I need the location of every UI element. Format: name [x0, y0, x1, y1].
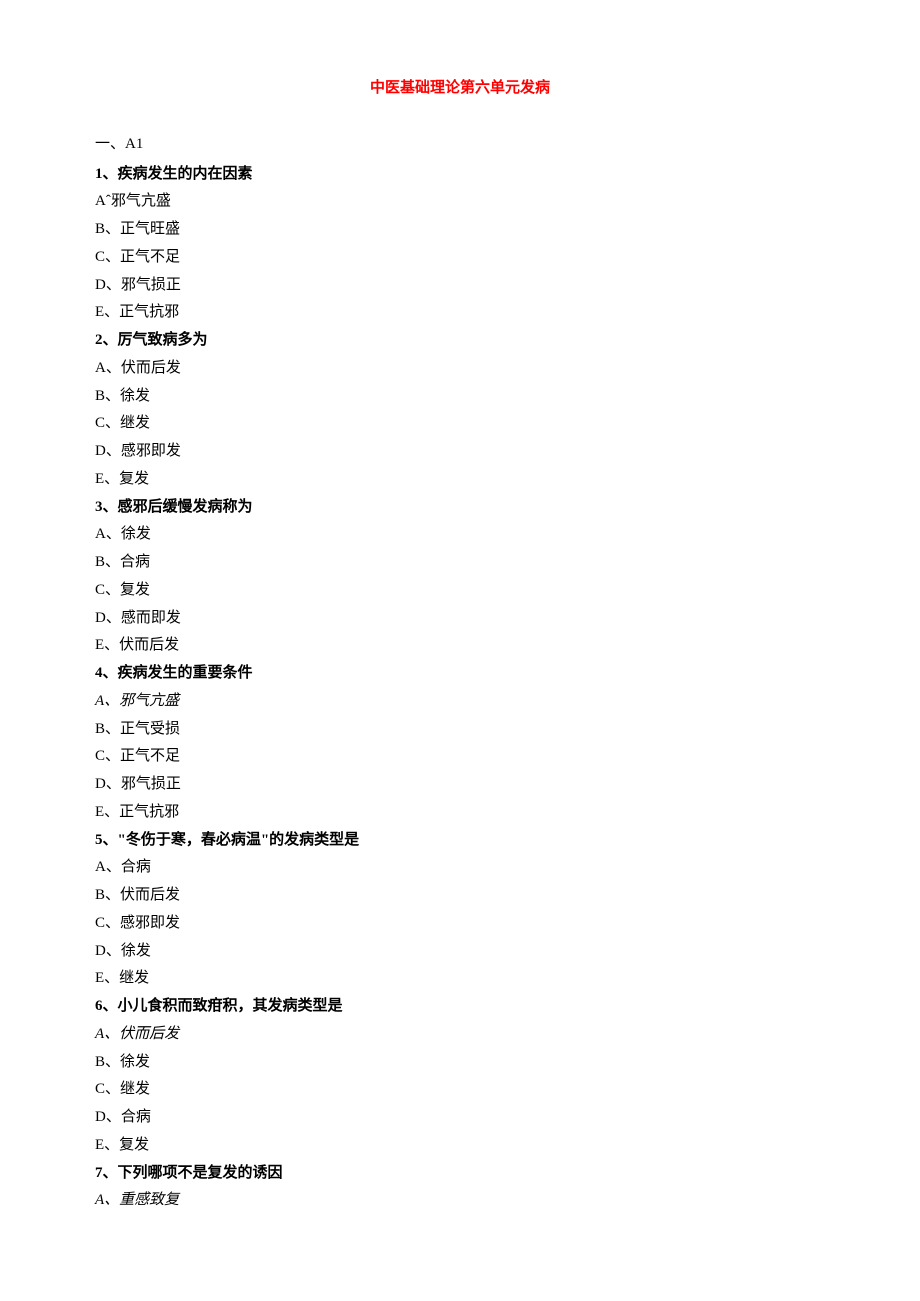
- question-3: 3、感邪后缓慢发病称为 A、徐发 B、合病 C、复发 D、感而即发 E、伏而后发: [95, 494, 825, 661]
- option-c: C、正气不足: [95, 743, 825, 771]
- question-stem: 2、厉气致病多为: [95, 327, 825, 355]
- question-stem: 4、疾病发生的重要条件: [95, 660, 825, 688]
- question-stem: 3、感邪后缓慢发病称为: [95, 494, 825, 522]
- option-e: E、正气抗邪: [95, 799, 825, 827]
- question-4: 4、疾病发生的重要条件 A、邪气亢盛 B、正气受损 C、正气不足 D、邪气损正 …: [95, 660, 825, 827]
- option-a: A、合病: [95, 854, 825, 882]
- question-1: 1、疾病发生的内在因素 Aˆ邪气亢盛 B、正气旺盛 C、正气不足 D、邪气损正 …: [95, 161, 825, 328]
- option-d: D、邪气损正: [95, 771, 825, 799]
- question-stem: 5、"冬伤于寒，春必病温"的发病类型是: [95, 827, 825, 855]
- option-a: Aˆ邪气亢盛: [95, 188, 825, 216]
- question-2: 2、厉气致病多为 A、伏而后发 B、徐发 C、继发 D、感邪即发 E、复发: [95, 327, 825, 494]
- option-d: D、合病: [95, 1104, 825, 1132]
- option-e: E、正气抗邪: [95, 299, 825, 327]
- option-c: C、感邪即发: [95, 910, 825, 938]
- option-a: A、邪气亢盛: [95, 688, 825, 716]
- option-a: A、徐发: [95, 521, 825, 549]
- question-stem: 6、小儿食积而致疳积，其发病类型是: [95, 993, 825, 1021]
- option-e: E、继发: [95, 965, 825, 993]
- option-c: C、继发: [95, 410, 825, 438]
- option-e: E、伏而后发: [95, 632, 825, 660]
- option-a: A、伏而后发: [95, 1021, 825, 1049]
- option-b: B、正气受损: [95, 716, 825, 744]
- option-d: D、感邪即发: [95, 438, 825, 466]
- question-stem: 7、下列哪项不是复发的诱因: [95, 1160, 825, 1188]
- question-6: 6、小儿食积而致疳积，其发病类型是 A、伏而后发 B、徐发 C、继发 D、合病 …: [95, 993, 825, 1160]
- option-a: A、重感致复: [95, 1187, 825, 1215]
- option-c: C、复发: [95, 577, 825, 605]
- question-7: 7、下列哪项不是复发的诱因 A、重感致复: [95, 1160, 825, 1216]
- option-b: B、徐发: [95, 383, 825, 411]
- question-5: 5、"冬伤于寒，春必病温"的发病类型是 A、合病 B、伏而后发 C、感邪即发 D…: [95, 827, 825, 994]
- option-b: B、正气旺盛: [95, 216, 825, 244]
- option-d: D、徐发: [95, 938, 825, 966]
- section-header: 一、A1: [95, 131, 825, 159]
- option-e: E、复发: [95, 466, 825, 494]
- question-stem: 1、疾病发生的内在因素: [95, 161, 825, 189]
- option-b: B、徐发: [95, 1049, 825, 1077]
- option-c: C、继发: [95, 1076, 825, 1104]
- option-d: D、感而即发: [95, 605, 825, 633]
- option-b: B、合病: [95, 549, 825, 577]
- option-b: B、伏而后发: [95, 882, 825, 910]
- option-e: E、复发: [95, 1132, 825, 1160]
- document-title: 中医基础理论第六单元发病: [95, 75, 825, 103]
- option-a: A、伏而后发: [95, 355, 825, 383]
- option-c: C、正气不足: [95, 244, 825, 272]
- option-d: D、邪气损正: [95, 272, 825, 300]
